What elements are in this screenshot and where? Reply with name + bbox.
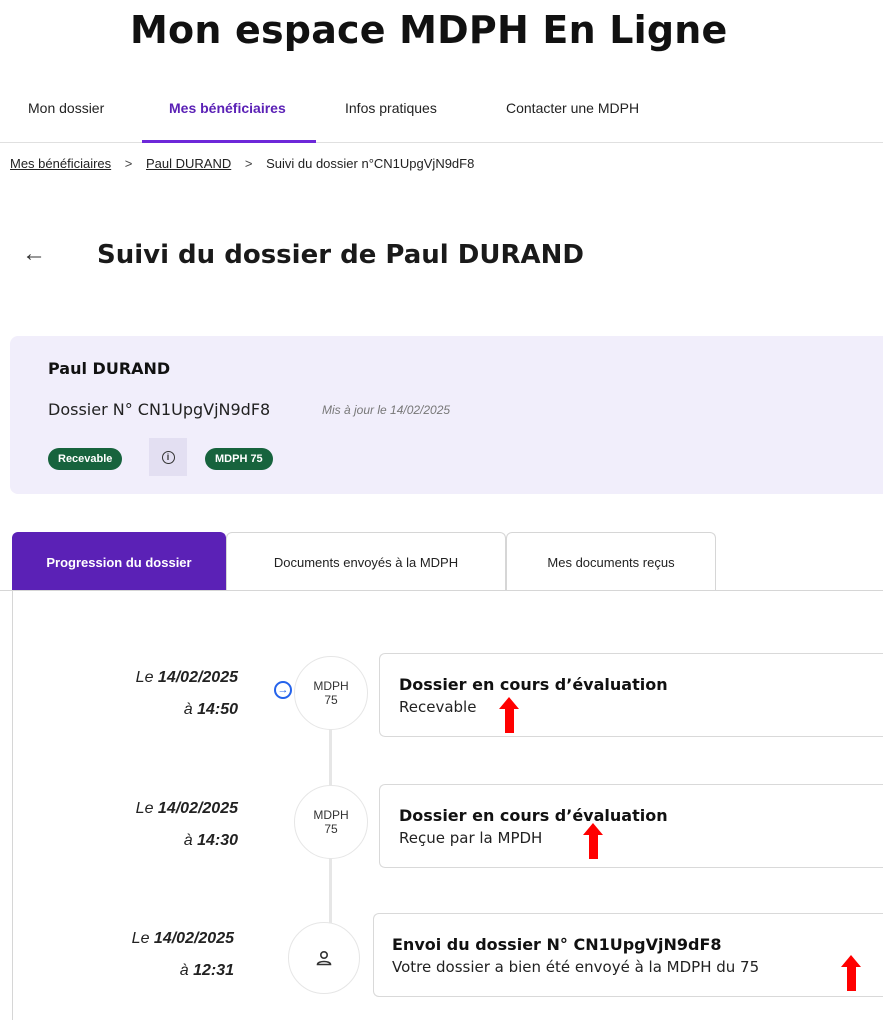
timeline-date: Le 14/02/2025 à 12:31 xyxy=(54,923,234,987)
timeline-card-title: Envoi du dossier N° CN1UpgVjN9dF8 xyxy=(392,935,722,954)
date-value: 14/02/2025 xyxy=(157,669,238,686)
content-border xyxy=(12,590,13,1020)
timeline-node-mdph: MDPH 75 xyxy=(294,785,368,859)
dossier-number: Dossier N° CN1UpgVjN9dF8 xyxy=(48,400,271,419)
timeline-card: Envoi du dossier N° CN1UpgVjN9dF8 Votre … xyxy=(373,913,883,997)
annotation-marker-icon xyxy=(583,823,603,859)
timeline-card-title: Dossier en cours d’évaluation xyxy=(399,806,668,825)
time-value: 12:31 xyxy=(193,962,234,979)
main-nav: Mon dossier Mes bénéficiaires Infos prat… xyxy=(0,88,883,143)
breadcrumb-current: Suivi du dossier n°CN1UpgVjN9dF8 xyxy=(266,156,475,171)
user-icon xyxy=(316,950,332,966)
time-prefix: à xyxy=(183,832,193,849)
timeline-card: Dossier en cours d’évaluation Recevable xyxy=(379,653,883,737)
timeline-card-subtitle: Votre dossier a bien été envoyé à la MDP… xyxy=(392,958,760,976)
page-title: Suivi du dossier de Paul DURAND xyxy=(97,240,584,270)
app-title: Mon espace MDPH En Ligne xyxy=(130,8,728,52)
nav-infos-pratiques[interactable]: Infos pratiques xyxy=(345,100,437,116)
tab-documents-recus[interactable]: Mes documents reçus xyxy=(506,532,716,591)
arrow-left-icon[interactable]: ← xyxy=(22,240,46,268)
breadcrumb: Mes bénéficiaires > Paul DURAND > Suivi … xyxy=(10,156,474,171)
nav-mes-beneficiaires[interactable]: Mes bénéficiaires xyxy=(169,100,286,116)
info-button[interactable]: i xyxy=(149,438,187,476)
timeline-date: Le 14/02/2025 à 14:30 xyxy=(58,793,238,857)
status-badge-recevable: Recevable xyxy=(48,448,123,470)
status-badge-mdph: MDPH 75 xyxy=(205,448,273,470)
breadcrumb-paul-durand[interactable]: Paul DURAND xyxy=(146,156,231,171)
breadcrumb-separator: > xyxy=(124,156,133,171)
dossier-summary-card: Paul DURAND Dossier N° CN1UpgVjN9dF8 Mis… xyxy=(10,336,883,494)
date-value: 14/02/2025 xyxy=(153,930,234,947)
tab-documents-envoyes[interactable]: Documents envoyés à la MDPH xyxy=(226,532,506,591)
arrow-right-circle-icon[interactable]: → xyxy=(274,681,292,699)
beneficiary-name: Paul DURAND xyxy=(48,359,171,378)
timeline-card: Dossier en cours d’évaluation Reçue par … xyxy=(379,784,883,868)
date-value: 14/02/2025 xyxy=(157,800,238,817)
time-value: 14:30 xyxy=(197,832,238,849)
nav-mon-dossier[interactable]: Mon dossier xyxy=(28,100,104,116)
time-value: 14:50 xyxy=(197,701,238,718)
node-label: MDPH xyxy=(313,808,349,822)
timeline-date: Le 14/02/2025 à 14:50 xyxy=(58,662,238,726)
nav-contacter-mdph[interactable]: Contacter une MDPH xyxy=(506,100,639,116)
last-updated: Mis à jour le 14/02/2025 xyxy=(322,403,451,417)
date-prefix: Le xyxy=(131,930,150,947)
date-prefix: Le xyxy=(135,800,154,817)
timeline-card-subtitle: Recevable xyxy=(399,698,477,716)
annotation-marker-icon xyxy=(841,955,861,991)
node-number: 75 xyxy=(324,693,338,707)
time-prefix: à xyxy=(183,701,193,718)
node-number: 75 xyxy=(324,822,338,836)
date-prefix: Le xyxy=(135,669,154,686)
breadcrumb-mes-beneficiaires[interactable]: Mes bénéficiaires xyxy=(10,156,111,171)
nav-active-indicator xyxy=(142,140,316,143)
timeline-card-title: Dossier en cours d’évaluation xyxy=(399,675,668,694)
timeline-card-subtitle: Reçue par la MPDH xyxy=(399,829,543,847)
timeline-node-mdph: MDPH 75 xyxy=(294,656,368,730)
tab-progression[interactable]: Progression du dossier xyxy=(12,532,226,591)
annotation-marker-icon xyxy=(499,697,519,733)
info-icon: i xyxy=(161,450,175,464)
breadcrumb-separator: > xyxy=(244,156,253,171)
timeline-node-user xyxy=(288,922,360,994)
tabs-divider xyxy=(0,590,883,591)
time-prefix: à xyxy=(179,962,189,979)
node-label: MDPH xyxy=(313,679,349,693)
